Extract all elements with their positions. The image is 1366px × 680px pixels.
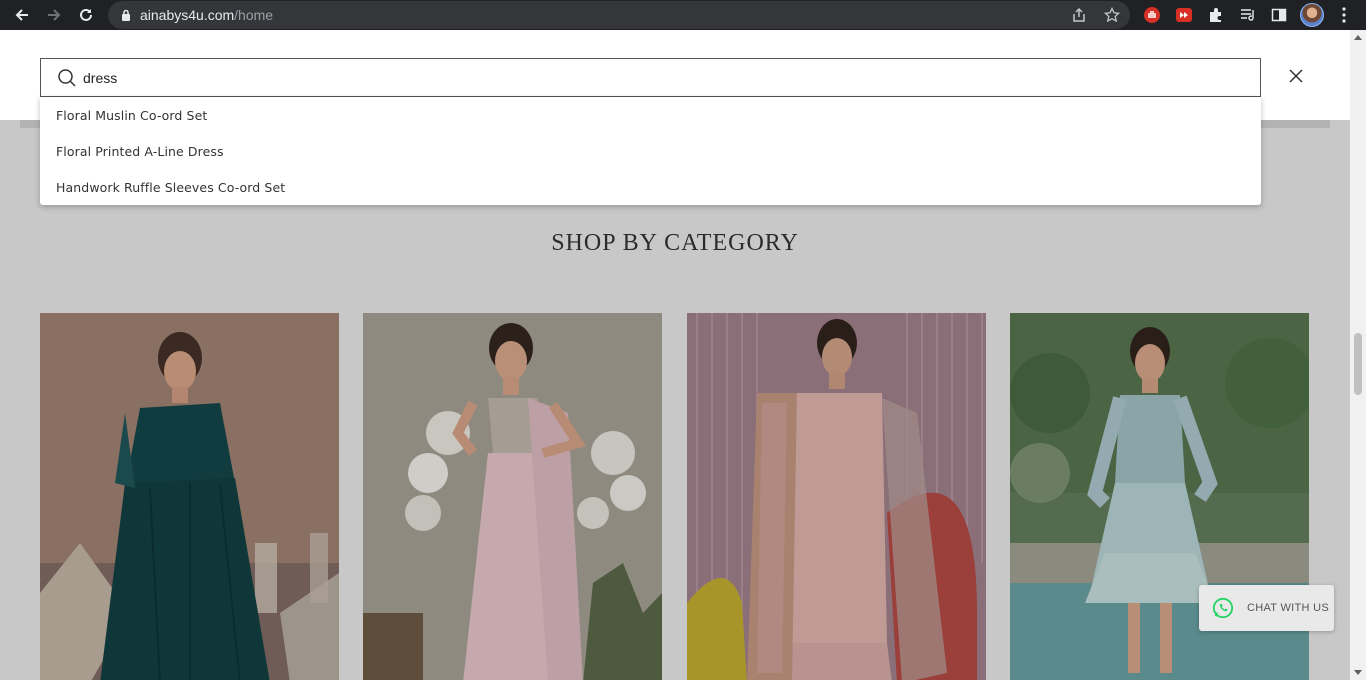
back-icon[interactable] [7, 0, 37, 30]
search-box [40, 58, 1261, 97]
bookmark-star-icon[interactable] [1098, 1, 1126, 29]
search-input[interactable] [83, 69, 1183, 86]
url-host: ainabys4u.com [140, 7, 235, 23]
category-image-1 [40, 313, 339, 680]
side-panel-icon[interactable] [1265, 0, 1293, 30]
page-scrollbar[interactable] [1350, 30, 1366, 680]
profile-avatar[interactable] [1300, 3, 1324, 27]
chat-with-us-button[interactable]: CHAT WITH US [1199, 585, 1334, 631]
address-bar[interactable]: ainabys4u.com/home [108, 1, 1130, 29]
category-image-2 [363, 313, 662, 680]
extensions-puzzle-icon[interactable] [1202, 0, 1230, 30]
url-text: ainabys4u.com/home [140, 7, 273, 23]
reload-icon[interactable] [71, 0, 101, 30]
browser-toolbar: ainabys4u.com/home [0, 0, 1366, 30]
close-search-button[interactable] [1284, 64, 1308, 88]
lock-icon [120, 8, 132, 22]
share-icon[interactable] [1065, 1, 1093, 29]
search-icon [58, 68, 76, 87]
category-card-1[interactable] [40, 313, 339, 680]
forward-icon[interactable] [39, 0, 69, 30]
extension-hand-icon[interactable] [1138, 0, 1166, 30]
extension-video-icon[interactable] [1170, 0, 1198, 30]
chat-label: CHAT WITH US [1247, 602, 1330, 614]
close-icon [1289, 69, 1303, 83]
search-suggestions: Floral Muslin Co-ord Set Floral Printed … [40, 97, 1261, 205]
category-card-2[interactable] [363, 313, 662, 680]
scroll-down-icon[interactable] [1354, 670, 1362, 675]
category-image-3 [687, 313, 986, 680]
section-title: SHOP BY CATEGORY [551, 230, 799, 256]
suggestion-item[interactable]: Handwork Ruffle Sleeves Co-ord Set [40, 169, 1261, 205]
url-path: /home [234, 7, 274, 23]
scroll-up-icon[interactable] [1354, 35, 1362, 40]
browser-menu-icon[interactable] [1330, 0, 1358, 30]
suggestion-item[interactable]: Floral Printed A-Line Dress [40, 133, 1261, 169]
page-viewport: SHOP BY CATEGORY dress Floral Muslin Co-… [0, 30, 1350, 680]
scrollbar-thumb[interactable] [1354, 333, 1362, 395]
whatsapp-icon [1212, 597, 1234, 619]
suggestion-item[interactable]: Floral Muslin Co-ord Set [40, 97, 1261, 133]
category-card-3[interactable] [687, 313, 986, 680]
reading-list-icon[interactable] [1234, 0, 1262, 30]
